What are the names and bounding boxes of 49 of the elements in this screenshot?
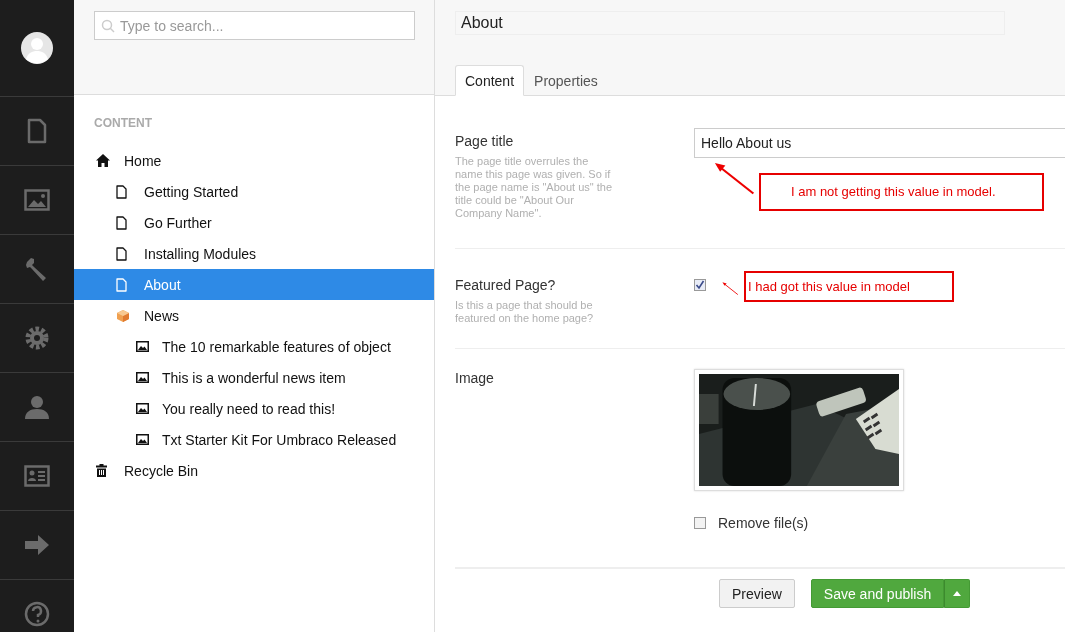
annotation-box: I am not getting this value in model. <box>759 173 1044 211</box>
caret-icon <box>953 591 962 596</box>
preview-button[interactable]: Preview <box>719 579 795 608</box>
property-label: Page title <box>455 132 515 150</box>
avatar-icon[interactable] <box>21 32 53 64</box>
checkbox[interactable] <box>694 279 706 291</box>
document-icon <box>116 184 127 199</box>
image-icon <box>136 403 149 414</box>
tree-item[interactable]: Recycle Bin <box>74 455 434 486</box>
property-label: Image <box>455 369 495 387</box>
settings-icon[interactable] <box>24 325 50 351</box>
tab[interactable]: Content <box>455 65 525 96</box>
checkbox-label: Remove file(s) <box>718 515 809 531</box>
text-field[interactable]: Hello About us <box>694 128 1065 158</box>
name-field[interactable]: About <box>455 11 1005 35</box>
home-icon <box>96 154 110 167</box>
id-card-icon[interactable] <box>24 465 50 487</box>
tree-item[interactable]: Home <box>74 145 434 176</box>
document-icon <box>116 277 127 292</box>
document-icon[interactable] <box>27 118 47 144</box>
checkbox[interactable] <box>694 517 706 529</box>
annotation-box: I had got this value in model <box>744 271 954 302</box>
tree-item[interactable]: This is a wonderful news item <box>74 362 434 393</box>
image-icon <box>136 434 149 445</box>
tree-item[interactable]: Txt Starter Kit For Umbraco Released <box>74 424 434 455</box>
tree-item[interactable]: You really need to read this! <box>74 393 434 424</box>
tree-item[interactable]: Go Further <box>74 207 434 238</box>
tree-item[interactable]: News <box>74 300 434 331</box>
tree-item[interactable]: The 10 remarkable features of object <box>74 331 434 362</box>
image-icon[interactable] <box>24 189 50 211</box>
caret-button[interactable] <box>944 579 971 608</box>
image-icon <box>136 372 149 383</box>
image-icon <box>136 341 149 352</box>
tree-item[interactable]: Installing Modules <box>74 238 434 269</box>
property-description: Is this a page that should be featured on the home page? <box>455 299 595 325</box>
help-icon[interactable] <box>24 601 50 627</box>
trash-icon <box>96 464 107 477</box>
document-icon <box>116 215 127 230</box>
tree-item[interactable]: Getting Started <box>74 176 434 207</box>
box-icon <box>116 308 130 323</box>
property-description: The page title overrules the name this page was given. So if the page name is "About us" the title could be "About Our Company Name". <box>455 155 614 220</box>
tree-item[interactable]: About <box>74 269 434 300</box>
section-heading: CONTENT <box>93 115 153 131</box>
arrow-icon[interactable] <box>24 534 50 556</box>
document-icon <box>116 246 127 261</box>
search-field[interactable]: Type to search... <box>94 11 415 40</box>
property-label: Featured Page? <box>455 276 557 294</box>
person-icon[interactable] <box>24 395 50 419</box>
tab[interactable]: Properties <box>524 65 608 96</box>
